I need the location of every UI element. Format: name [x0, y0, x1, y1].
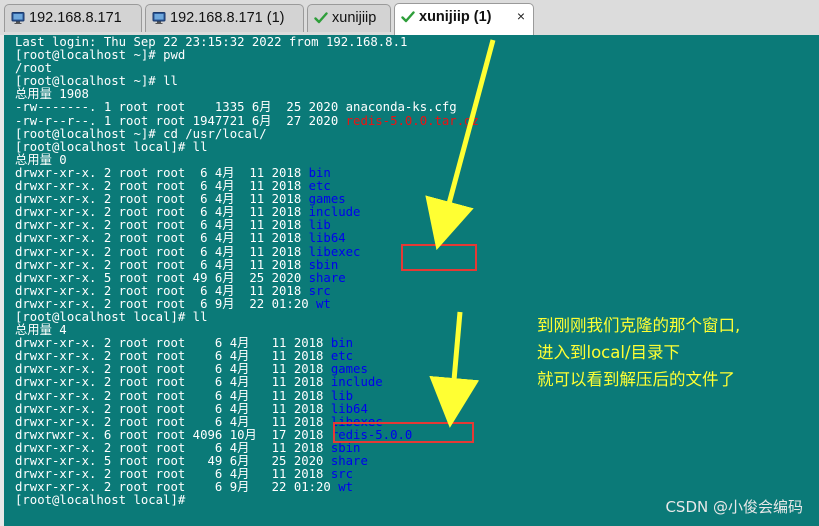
annotation-line: 进入到local/目录下	[537, 343, 681, 362]
arrow-bottom	[429, 311, 480, 428]
annotation-text: 到刚刚我们克隆的那个窗口, 进入到local/目录下 就可以看到解压后的文件了	[537, 312, 740, 393]
annotation-arrows	[425, 39, 496, 428]
annotation-line: 到刚刚我们克隆的那个窗口,	[537, 316, 741, 335]
watermark: CSDN @小俊会编码	[665, 498, 803, 516]
annotation-line: 就可以看到解压后的文件了	[537, 370, 735, 389]
arrow-top	[425, 39, 496, 251]
